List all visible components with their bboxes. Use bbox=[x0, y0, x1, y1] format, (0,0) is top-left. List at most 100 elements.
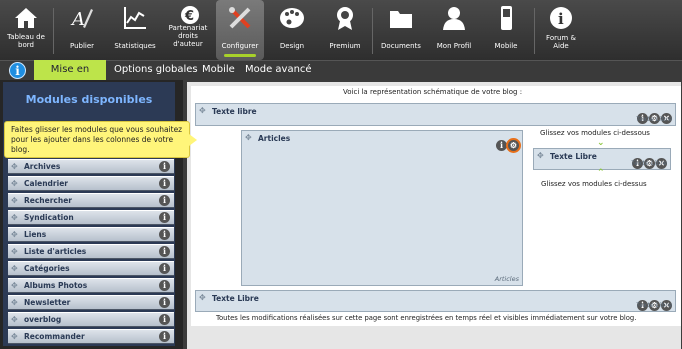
module-item-liste-articles[interactable]: ✥ Liste d'articles i bbox=[8, 244, 174, 259]
drag-handle-icon: ✥ bbox=[537, 151, 544, 160]
info-icon[interactable]: i bbox=[9, 62, 26, 79]
drag-handle-icon: ✥ bbox=[11, 298, 18, 307]
module-type: Texte Libre bbox=[631, 159, 667, 167]
module-actions: i ⚙ bbox=[495, 133, 519, 152]
module-title: Texte Libre bbox=[550, 152, 597, 161]
nav-premium[interactable]: Premium bbox=[321, 0, 369, 60]
footer-module-box[interactable]: ✥ Texte Libre i ⚙ ✕ Texte Libre bbox=[195, 290, 676, 312]
nav-label: Tableau de bord bbox=[7, 33, 45, 49]
module-label: Catégories bbox=[24, 264, 70, 273]
medal-icon bbox=[337, 7, 353, 30]
tab-mise-en-page[interactable]: Mise en Page bbox=[34, 60, 106, 95]
nav-configurer[interactable]: Configurer bbox=[216, 0, 264, 60]
module-item-rechercher[interactable]: ✥ Rechercher i bbox=[8, 193, 174, 208]
articles-module-box[interactable]: ✥ Articles i ⚙ Articles bbox=[241, 130, 523, 286]
module-title: Articles bbox=[258, 134, 291, 143]
module-label: Calendrier bbox=[24, 179, 68, 188]
drag-handle-icon: ✥ bbox=[11, 281, 18, 290]
drag-handle-icon: ✥ bbox=[199, 106, 206, 115]
active-indicator bbox=[224, 54, 256, 57]
info-icon[interactable]: i bbox=[159, 178, 170, 189]
svg-text:i: i bbox=[558, 10, 564, 28]
module-label: Albums Photos bbox=[24, 281, 88, 290]
divider bbox=[372, 8, 373, 54]
pen-icon: A bbox=[70, 9, 93, 30]
nav-label: Forum & Aide bbox=[546, 34, 576, 50]
drag-handle-icon: ✥ bbox=[11, 332, 18, 341]
drag-handle-icon: ✥ bbox=[11, 213, 18, 222]
right-module-box[interactable]: ✥ Texte Libre i ⚙ ✕ Texte Libre bbox=[533, 148, 671, 170]
save-notice: Toutes les modifications réalisées sur c… bbox=[216, 314, 637, 322]
module-label: Liens bbox=[24, 230, 47, 239]
drag-handle-icon: ✥ bbox=[199, 293, 206, 302]
module-item-liens[interactable]: ✥ Liens i bbox=[8, 227, 174, 242]
module-item-newsletter[interactable]: ✥ Newsletter i bbox=[8, 295, 174, 310]
drop-hint-bottom: Glissez vos modules ci-dessus bbox=[541, 180, 647, 188]
module-label: Recommander bbox=[24, 332, 85, 341]
nav-design[interactable]: Design bbox=[268, 0, 316, 60]
phone-icon bbox=[501, 6, 512, 30]
nav-forum-aide[interactable]: i Forum & Aide bbox=[538, 0, 584, 60]
module-label: overblog bbox=[24, 315, 62, 324]
home-icon bbox=[15, 8, 37, 28]
module-label: Liste d'articles bbox=[24, 247, 87, 256]
info-icon[interactable]: i bbox=[159, 263, 170, 274]
info-icon[interactable]: i bbox=[159, 212, 170, 223]
info-icon[interactable]: i bbox=[159, 280, 170, 291]
nav-publier[interactable]: A Publier bbox=[58, 0, 106, 60]
info-icon[interactable]: i bbox=[159, 331, 170, 342]
info-icon[interactable]: i bbox=[496, 140, 507, 151]
module-label: Newsletter bbox=[24, 298, 71, 307]
nav-mon-profil[interactable]: Mon Profil bbox=[430, 0, 478, 60]
tab-options-globales[interactable]: Options globales bbox=[109, 60, 203, 80]
module-item-archives[interactable]: ✥ Archives i bbox=[8, 159, 174, 174]
info-icon[interactable]: i bbox=[159, 297, 170, 308]
module-item-syndication[interactable]: ✥ Syndication i bbox=[8, 210, 174, 225]
info-icon[interactable]: i bbox=[159, 161, 170, 172]
module-item-overblog[interactable]: ✥ overblog i bbox=[8, 312, 174, 327]
chart-icon bbox=[124, 7, 146, 29]
drag-handle-icon: ✥ bbox=[11, 162, 18, 171]
svg-text:A: A bbox=[70, 9, 85, 30]
module-type: Texte Libre bbox=[636, 115, 672, 123]
module-item-calendrier[interactable]: ✥ Calendrier i bbox=[8, 176, 174, 191]
nav-label: Premium bbox=[329, 42, 361, 50]
divider bbox=[534, 8, 535, 54]
info-icon[interactable]: i bbox=[159, 229, 170, 240]
user-icon bbox=[443, 7, 465, 30]
drag-handle-icon: ✥ bbox=[11, 315, 18, 324]
nav-partenariat[interactable]: € Partenariat droits d'auteur bbox=[163, 0, 213, 60]
drag-handle-icon: ✥ bbox=[245, 133, 252, 142]
chevron-down-icon: ⌄ bbox=[597, 138, 605, 148]
module-item-categories[interactable]: ✥ Catégories i bbox=[8, 261, 174, 276]
settings-icon[interactable]: ⚙ bbox=[508, 140, 519, 151]
module-label: Archives bbox=[24, 162, 61, 171]
module-type: Texte Libre bbox=[636, 301, 672, 309]
info-icon[interactable]: i bbox=[159, 314, 170, 325]
module-label: Rechercher bbox=[24, 196, 73, 205]
module-item-recommander[interactable]: ✥ Recommander i bbox=[8, 329, 174, 344]
module-item-albums-photos[interactable]: ✥ Albums Photos i bbox=[8, 278, 174, 293]
drag-handle-icon: ✥ bbox=[11, 264, 18, 273]
tab-mode-avance[interactable]: Mode avancé bbox=[240, 60, 317, 80]
drag-handle-icon: ✥ bbox=[11, 196, 18, 205]
tab-mobile[interactable]: Mobile bbox=[197, 60, 240, 80]
info-icon[interactable]: i bbox=[159, 195, 170, 206]
module-title: Texte Libre bbox=[212, 294, 259, 303]
nav-tableau-de-bord[interactable]: Tableau de bord bbox=[2, 0, 50, 60]
tools-icon bbox=[229, 7, 251, 29]
header-module-box[interactable]: ✥ Texte libre i ⚙ ✕ Texte Libre bbox=[195, 103, 676, 126]
nav-mobile[interactable]: Mobile bbox=[482, 0, 530, 60]
nav-documents[interactable]: Documents bbox=[376, 0, 426, 60]
nav-statistiques[interactable]: Statistiques bbox=[108, 0, 162, 60]
nav-label: Mon Profil bbox=[436, 42, 472, 50]
info-icon[interactable]: i bbox=[159, 246, 170, 257]
nav-label: Design bbox=[279, 42, 305, 50]
chevron-up-icon: ⌃ bbox=[597, 168, 605, 178]
drag-tooltip: Faites glisser les modules que vous souh… bbox=[4, 121, 197, 158]
nav-label: Mobile bbox=[494, 42, 518, 50]
folder-icon bbox=[390, 11, 412, 28]
drop-hint-top: Glissez vos modules ci-dessous bbox=[540, 129, 650, 137]
palette-icon bbox=[280, 8, 304, 28]
nav-label: Partenariat droits d'auteur bbox=[168, 24, 208, 48]
